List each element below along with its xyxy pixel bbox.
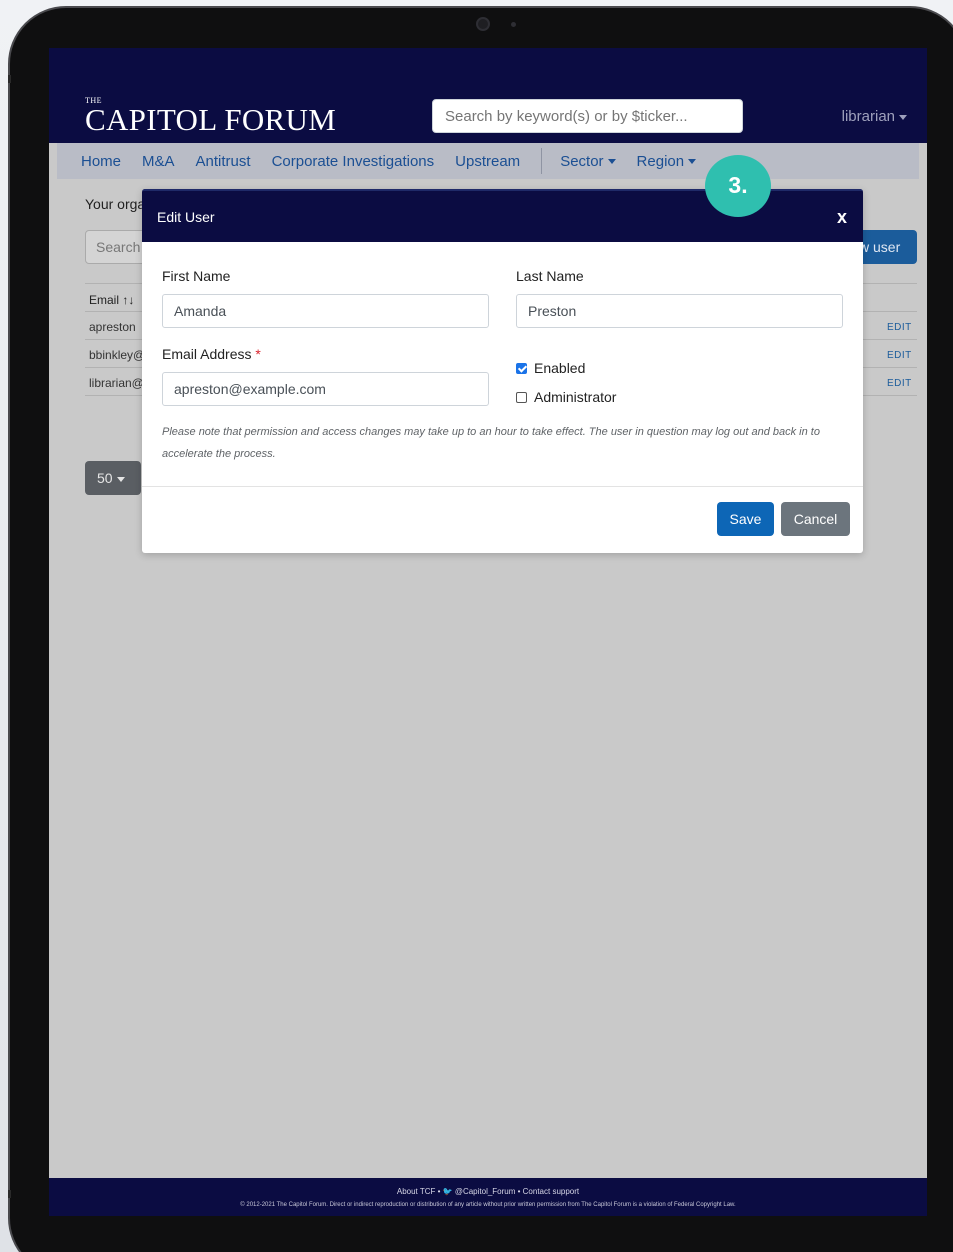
required-marker: *	[255, 346, 261, 362]
edit-user-modal: Edit User x First Name Last Name Email A…	[142, 189, 863, 553]
nav-item-corporate-investigations[interactable]: Corporate Investigations	[272, 153, 435, 170]
nav-dropdown-label: Sector	[560, 152, 604, 170]
nav-item-home[interactable]: Home	[81, 153, 121, 170]
email-column-header[interactable]: Email ↑↓	[89, 293, 134, 307]
section-nav: Home M&A Antitrust Corporate Investigati…	[57, 143, 919, 179]
step-badge: 3.	[705, 155, 771, 217]
global-search-input[interactable]	[432, 99, 743, 133]
close-icon[interactable]: x	[837, 207, 847, 228]
nav-item-antitrust[interactable]: Antitrust	[196, 153, 251, 170]
first-name-input[interactable]	[162, 294, 489, 328]
last-name-label: Last Name	[516, 268, 584, 284]
footer: About TCF • 🐦 @Capitol_Forum • Contact s…	[49, 1178, 927, 1216]
nav-dropdown-region[interactable]: Region	[637, 153, 697, 170]
tablet-button	[8, 75, 11, 83]
administrator-checkbox[interactable]	[516, 391, 527, 403]
edit-link[interactable]: EDIT	[887, 378, 912, 389]
nav-item-upstream[interactable]: Upstream	[455, 153, 520, 170]
tablet-button	[8, 1190, 11, 1198]
footer-links[interactable]: About TCF • 🐦 @Capitol_Forum • Contact s…	[49, 1187, 927, 1196]
last-name-input[interactable]	[516, 294, 843, 328]
table-row-email: apreston	[89, 320, 136, 334]
site-logo[interactable]: CAPITOL FORUM	[85, 102, 336, 138]
modal-title: Edit User	[157, 209, 215, 225]
enabled-checkbox[interactable]	[516, 362, 527, 374]
nav-dropdown-sector[interactable]: Sector	[560, 152, 616, 170]
first-name-label: First Name	[162, 268, 231, 284]
footer-copyright: © 2012-2021 The Capitol Forum. Direct or…	[240, 1202, 736, 1208]
administrator-checkbox-row[interactable]: Administrator	[516, 389, 616, 405]
camera-icon	[476, 17, 490, 31]
org-heading: Your orga	[85, 196, 146, 212]
edit-link[interactable]: EDIT	[887, 322, 912, 333]
caret-down-icon	[899, 114, 907, 120]
user-menu-label: librarian	[841, 108, 895, 125]
email-input[interactable]	[162, 372, 489, 406]
modal-footer-divider	[142, 486, 863, 487]
nav-item-ma[interactable]: M&A	[142, 153, 175, 170]
permission-note: Please note that permission and access c…	[162, 426, 820, 460]
top-navbar: THE CAPITOL FORUM librarian	[49, 48, 927, 143]
table-row-email: bbinkley@	[89, 348, 146, 362]
sensor-icon	[511, 22, 516, 27]
enabled-checkbox-row[interactable]: Enabled	[516, 360, 585, 376]
email-label: Email Address *	[162, 346, 261, 362]
email-label-text: Email Address	[162, 346, 252, 362]
cancel-button[interactable]: Cancel	[781, 502, 850, 536]
save-button[interactable]: Save	[717, 502, 774, 536]
caret-down-icon	[116, 476, 125, 482]
user-menu[interactable]: librarian	[842, 108, 907, 125]
administrator-label: Administrator	[534, 389, 617, 405]
per-page-value: 50	[97, 470, 113, 486]
edit-link[interactable]: EDIT	[887, 350, 912, 361]
nav-dropdown-label: Region	[636, 152, 685, 170]
caret-down-icon	[607, 159, 616, 165]
enabled-label: Enabled	[534, 360, 586, 376]
caret-down-icon	[688, 159, 697, 165]
per-page-dropdown[interactable]: 50	[85, 461, 141, 495]
nav-divider	[541, 148, 543, 174]
table-row-email: librarian@	[89, 376, 144, 390]
